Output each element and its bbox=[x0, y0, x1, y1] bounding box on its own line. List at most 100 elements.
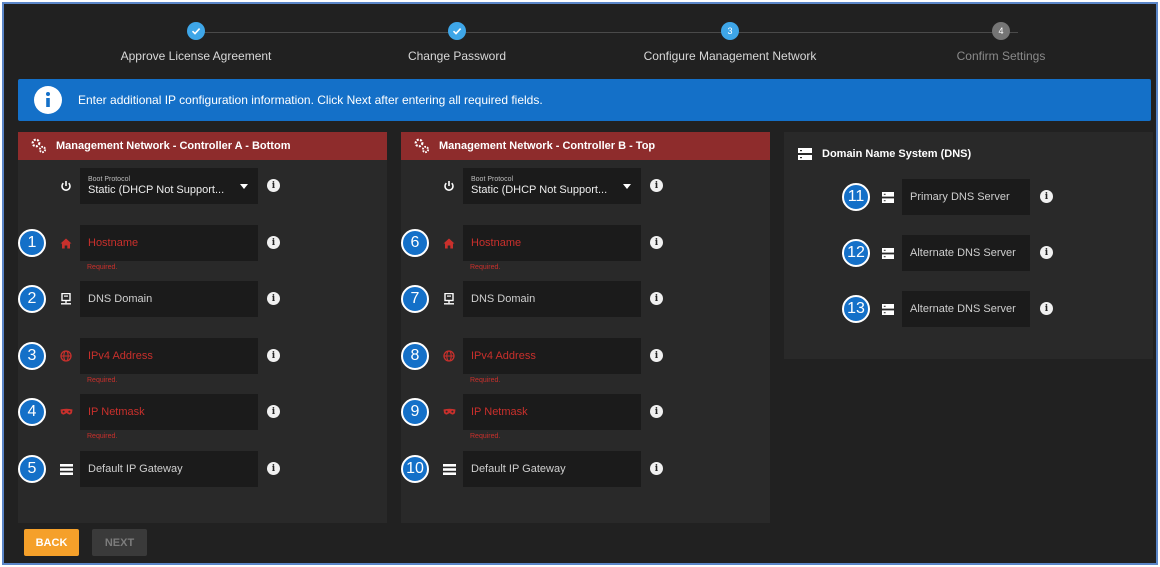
info-icon[interactable]: i bbox=[650, 179, 663, 192]
callout-badge: 11 bbox=[842, 183, 870, 211]
step-label: Change Password bbox=[407, 49, 507, 63]
primary-dns-input[interactable]: Primary DNS Server bbox=[902, 179, 1030, 215]
callout-badge: 8 bbox=[401, 342, 429, 370]
controller-b-header: Management Network - Controller B - Top bbox=[401, 132, 770, 160]
info-icon[interactable]: i bbox=[650, 405, 663, 418]
default-gateway-row: 10 Default IP Gateway i bbox=[401, 451, 771, 487]
globe-icon bbox=[58, 348, 74, 364]
callout-badge: 12 bbox=[842, 239, 870, 267]
dns-domain-input[interactable]: DNS Domain bbox=[463, 281, 641, 317]
power-icon bbox=[441, 178, 457, 194]
callout-badge: 5 bbox=[18, 455, 46, 483]
callout-badge: 4 bbox=[18, 398, 46, 426]
info-icon[interactable]: i bbox=[650, 236, 663, 249]
gateway-icon bbox=[441, 461, 457, 477]
required-message: Required. bbox=[87, 433, 118, 440]
hostname-input[interactable]: Hostname bbox=[463, 225, 641, 261]
back-button[interactable]: BACK bbox=[24, 529, 79, 556]
boot-protocol-select[interactable]: Boot Protocol Static (DHCP Not Support..… bbox=[80, 168, 258, 204]
info-icon[interactable]: i bbox=[650, 462, 663, 475]
callout-badge: 1 bbox=[18, 229, 46, 257]
controller-a-header: Management Network - Controller A - Bott… bbox=[18, 132, 387, 160]
gateway-icon bbox=[58, 461, 74, 477]
next-button[interactable]: NEXT bbox=[92, 529, 147, 556]
step-confirm-settings: 4 Confirm Settings bbox=[881, 22, 1121, 63]
wizard-stepper: Approve License Agreement Change Passwor… bbox=[4, 4, 1156, 74]
callout-badge: 2 bbox=[18, 285, 46, 313]
power-icon bbox=[58, 178, 74, 194]
dns-title: Domain Name System (DNS) bbox=[822, 148, 972, 160]
default-gateway-row: 5 Default IP Gateway i bbox=[18, 451, 388, 487]
ip-netmask-input[interactable]: IP Netmask bbox=[80, 394, 258, 430]
alternate-dns-input[interactable]: Alternate DNS Server bbox=[902, 235, 1030, 271]
dns-domain-icon bbox=[58, 291, 74, 307]
ipv4-address-input[interactable]: IPv4 Address bbox=[463, 338, 641, 374]
callout-badge: 3 bbox=[18, 342, 46, 370]
info-icon[interactable]: i bbox=[1040, 302, 1053, 315]
boot-protocol-row: Boot Protocol Static (DHCP Not Support..… bbox=[18, 168, 388, 204]
dns-domain-icon bbox=[441, 291, 457, 307]
info-icon[interactable]: i bbox=[267, 236, 280, 249]
ip-netmask-input[interactable]: IP Netmask bbox=[463, 394, 641, 430]
callout-badge: 6 bbox=[401, 229, 429, 257]
default-gateway-input[interactable]: Default IP Gateway bbox=[463, 451, 641, 487]
controller-a-panel: Management Network - Controller A - Bott… bbox=[18, 132, 387, 523]
info-icon[interactable]: i bbox=[650, 292, 663, 305]
banner-text: Enter additional IP configuration inform… bbox=[78, 93, 543, 107]
info-icon[interactable]: i bbox=[1040, 246, 1053, 259]
info-icon[interactable]: i bbox=[267, 292, 280, 305]
panel-title: Management Network - Controller A - Bott… bbox=[56, 140, 291, 152]
step-label: Confirm Settings bbox=[956, 49, 1046, 63]
mask-icon bbox=[441, 404, 457, 420]
info-icon[interactable]: i bbox=[1040, 190, 1053, 203]
gears-icon bbox=[414, 138, 430, 154]
info-icon[interactable]: i bbox=[650, 349, 663, 362]
required-message: Required. bbox=[470, 433, 501, 440]
hostname-row: 6 Hostname i Required. bbox=[401, 225, 771, 271]
callout-badge: 10 bbox=[401, 455, 429, 483]
step-change-password: Change Password bbox=[337, 22, 577, 63]
alternate-dns-input[interactable]: Alternate DNS Server bbox=[902, 291, 1030, 327]
step-configure-network: 3 Configure Management Network bbox=[610, 22, 850, 63]
controller-b-panel: Management Network - Controller B - Top … bbox=[401, 132, 770, 523]
info-icon bbox=[34, 86, 62, 114]
boot-protocol-select[interactable]: Boot Protocol Static (DHCP Not Support..… bbox=[463, 168, 641, 204]
dns-panel: Domain Name System (DNS) 11 Primary DNS … bbox=[784, 132, 1153, 359]
globe-icon bbox=[441, 348, 457, 364]
server-icon bbox=[880, 245, 896, 261]
boot-protocol-label: Boot Protocol bbox=[88, 176, 131, 183]
alternate-dns-row: 12 Alternate DNS Server i bbox=[842, 235, 1072, 271]
callout-badge: 13 bbox=[842, 295, 870, 323]
step-approve-license: Approve License Agreement bbox=[76, 22, 316, 63]
info-icon[interactable]: i bbox=[267, 405, 280, 418]
required-message: Required. bbox=[87, 377, 118, 384]
info-icon[interactable]: i bbox=[267, 179, 280, 192]
panel-title: Management Network - Controller B - Top bbox=[439, 140, 656, 152]
info-icon[interactable]: i bbox=[267, 349, 280, 362]
dns-domain-row: 7 DNS Domain i bbox=[401, 281, 771, 317]
mask-icon bbox=[58, 404, 74, 420]
info-icon[interactable]: i bbox=[267, 462, 280, 475]
boot-protocol-row: Boot Protocol Static (DHCP Not Support..… bbox=[401, 168, 771, 204]
ip-netmask-row: 4 IP Netmask i Required. bbox=[18, 394, 388, 440]
chevron-down-icon bbox=[623, 184, 631, 189]
ipv4-address-input[interactable]: IPv4 Address bbox=[80, 338, 258, 374]
server-icon bbox=[798, 148, 812, 160]
ipv4-address-row: 3 IPv4 Address i Required. bbox=[18, 338, 388, 384]
info-banner: Enter additional IP configuration inform… bbox=[18, 79, 1151, 121]
callout-badge: 7 bbox=[401, 285, 429, 313]
required-message: Required. bbox=[470, 264, 501, 271]
dns-domain-input[interactable]: DNS Domain bbox=[80, 281, 258, 317]
chevron-down-icon bbox=[240, 184, 248, 189]
hostname-input[interactable]: Hostname bbox=[80, 225, 258, 261]
required-message: Required. bbox=[470, 377, 501, 384]
server-icon bbox=[880, 189, 896, 205]
default-gateway-input[interactable]: Default IP Gateway bbox=[80, 451, 258, 487]
server-icon bbox=[880, 301, 896, 317]
dns-domain-row: 2 DNS Domain i bbox=[18, 281, 388, 317]
step-label: Configure Management Network bbox=[643, 49, 817, 63]
required-message: Required. bbox=[87, 264, 118, 271]
primary-dns-row: 11 Primary DNS Server i bbox=[842, 179, 1072, 215]
boot-protocol-value: Static (DHCP Not Support... bbox=[471, 184, 608, 196]
step-label: Approve License Agreement bbox=[120, 49, 272, 63]
